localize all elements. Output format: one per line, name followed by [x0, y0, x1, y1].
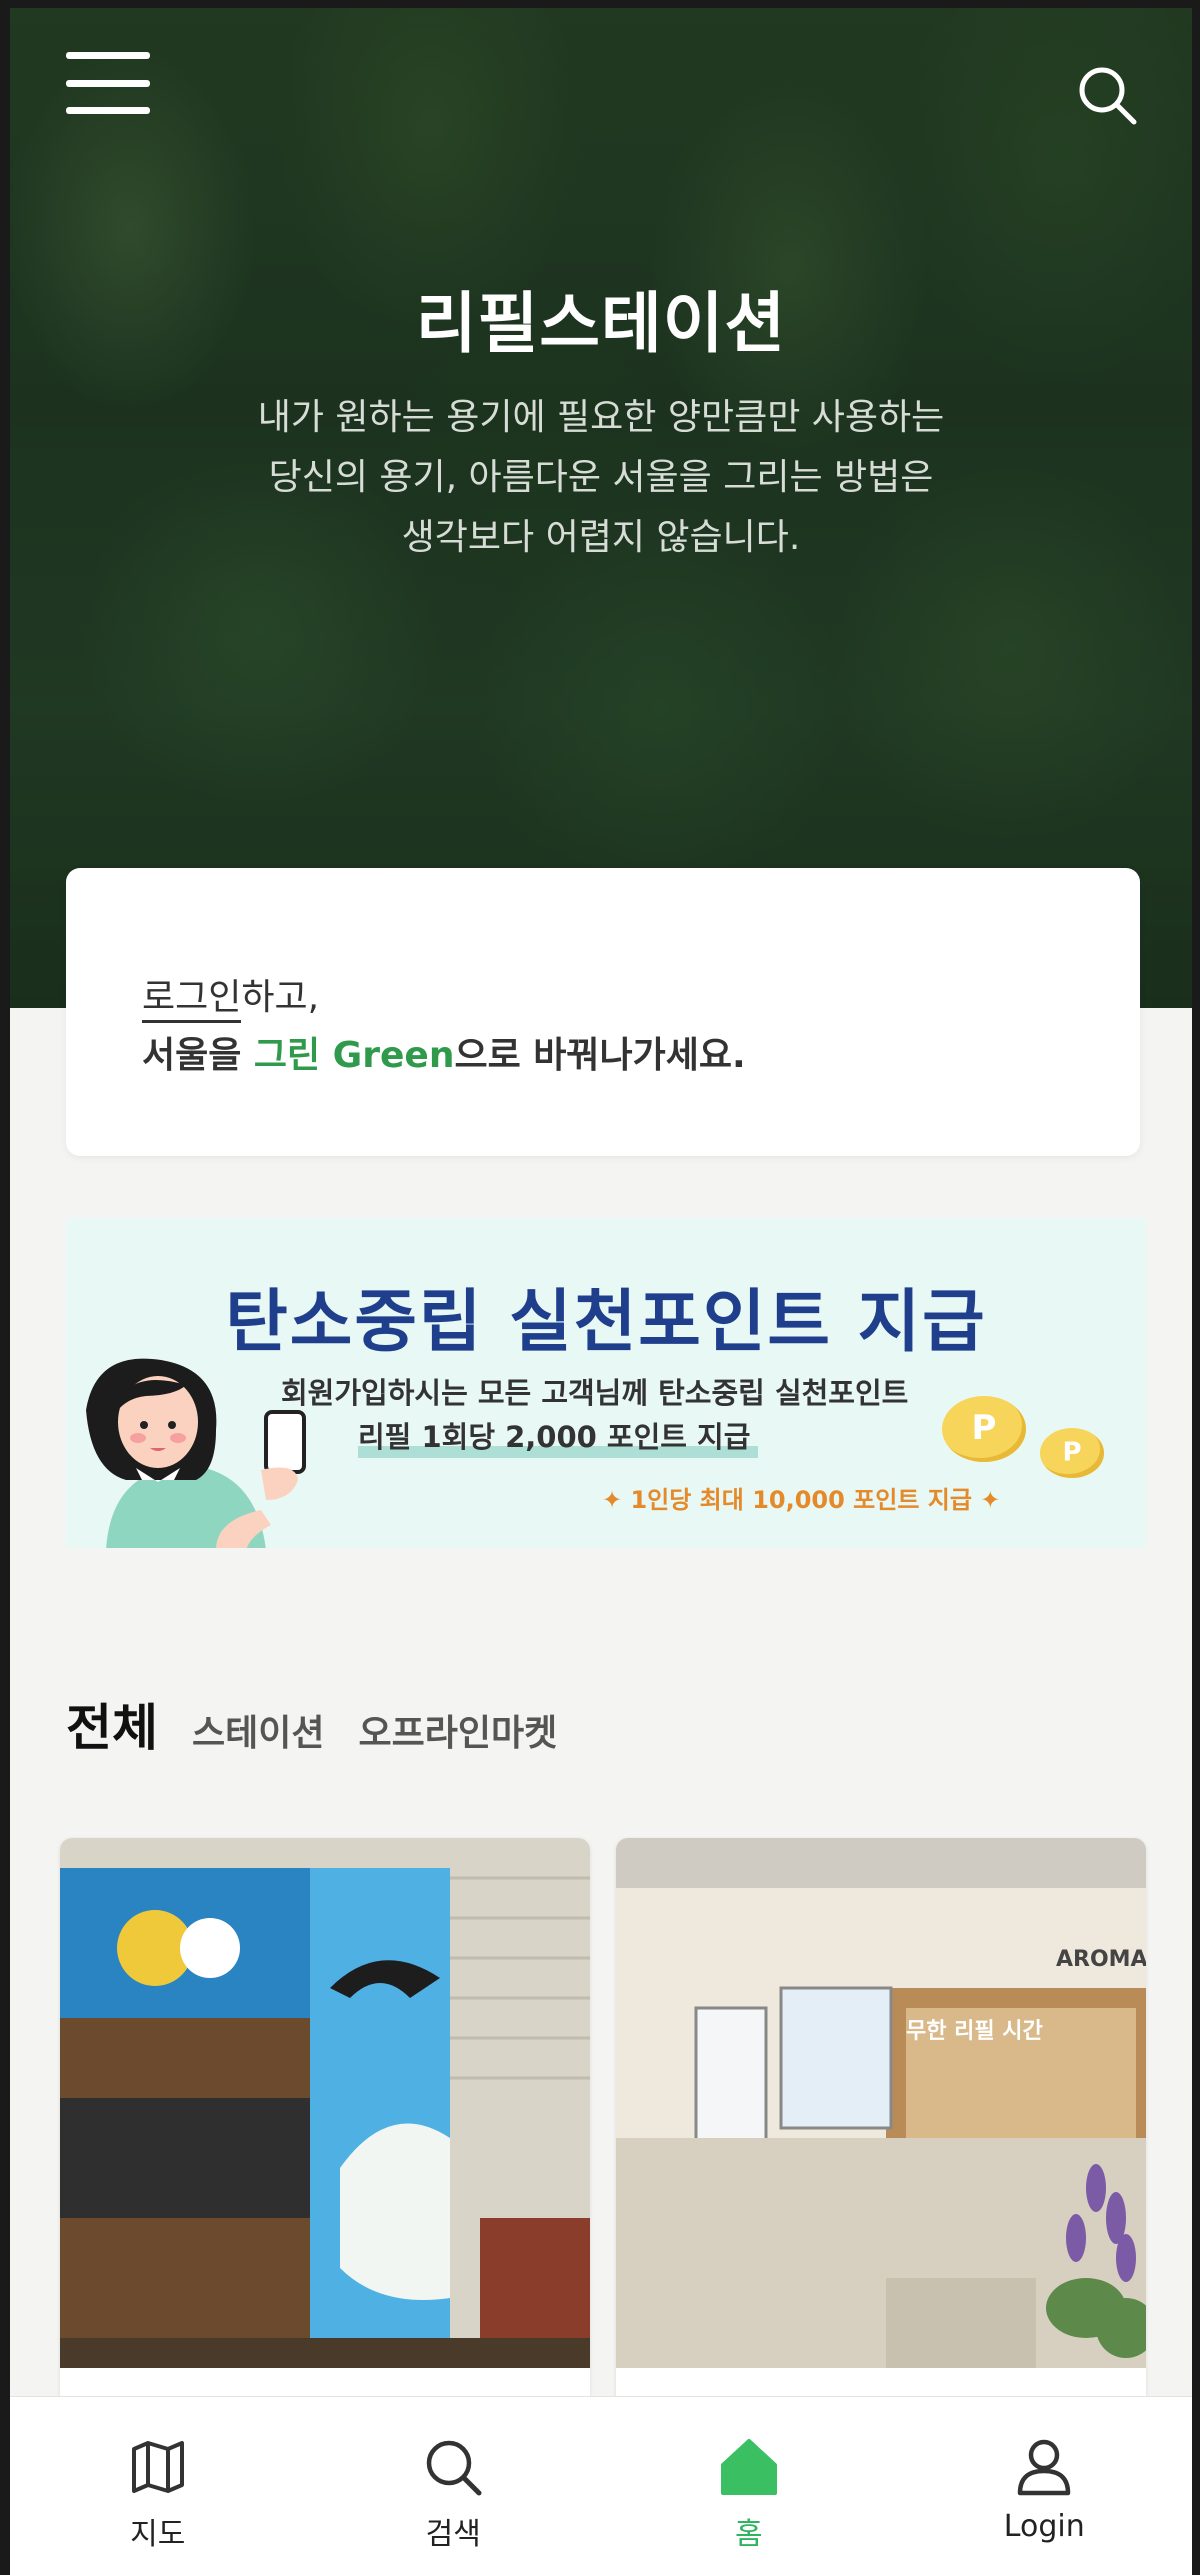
banner-text-line1: 회원가입하시는 모든 고객님께 탄소중립 실천포인트: [281, 1376, 909, 1410]
menu-bar: [66, 52, 150, 59]
home-icon: [720, 2439, 777, 2495]
hero-subtitle-line: 생각보다 어렵지 않습니다.: [401, 517, 801, 558]
nav-home[interactable]: 홈: [601, 2397, 897, 2575]
login-prompt-suffix: 으로 바꿔나가세요.: [454, 1035, 746, 1076]
hero-banner: 리필스테이션 내가 원하는 용기에 필요한 양만큼만 사용하는 당신의 용기, …: [10, 8, 1192, 1008]
login-prompt-line1: 로그인하고,: [142, 968, 320, 1023]
refill-machine-photo: [60, 1838, 590, 2368]
hero-subtitle-line: 내가 원하는 용기에 필요한 양만큼만 사용하는: [257, 397, 945, 438]
app-screen: 리필스테이션 내가 원하는 용기에 필요한 양만큼만 사용하는 당신의 용기, …: [10, 8, 1192, 2575]
tab-all[interactable]: 전체: [66, 1688, 158, 1760]
bottom-navigation: 지도 검색 홈 Login: [10, 2396, 1192, 2575]
login-prompt-line2: 서울을 그린 Green으로 바꿔나가세요.: [142, 1026, 746, 1078]
hamburger-menu-button[interactable]: [66, 52, 150, 114]
station-card[interactable]: [60, 1838, 590, 2438]
login-prompt-card: 로그인하고, 서울을 그린 Green으로 바꿔나가세요.: [66, 868, 1140, 1156]
banner-text-line3: ✦ 1인당 최대 10,000 포인트 지급 ✦: [602, 1486, 1001, 1514]
banner-text-line2: 리필 1회당 2,000 포인트 지급: [358, 1420, 751, 1454]
login-prompt-text: 하고,: [241, 977, 320, 1018]
point-coin-icon: P: [942, 1396, 1026, 1462]
nav-map[interactable]: 지도: [10, 2397, 306, 2575]
login-prompt-prefix: 서울을: [142, 1035, 254, 1076]
green-highlight-text: 그린 Green: [253, 1035, 455, 1076]
carbon-point-banner[interactable]: 탄소중립 실천포인트 지급 회원가입하시는 모든 고객님께 탄소중립 실천포인트…: [66, 1218, 1146, 1548]
menu-bar: [66, 107, 150, 114]
tab-offline-market[interactable]: 오프라인마켓: [358, 1704, 557, 1756]
tab-station[interactable]: 스테이션: [192, 1704, 324, 1756]
page-title: 리필스테이션: [415, 284, 787, 362]
storefront-window-text: 무한 리필 시간: [906, 2019, 1043, 2044]
nav-login-label: Login: [1003, 2509, 1085, 2544]
menu-bar: [66, 79, 150, 87]
category-tabs: 전체 스테이션 오프라인마켓: [66, 1688, 557, 1760]
map-icon: [131, 2441, 184, 2493]
nav-map-label: 지도: [130, 2517, 186, 2552]
station-card[interactable]: AROMA 무한 리필 시간: [616, 1838, 1146, 2438]
nav-search-label: 검색: [425, 2517, 481, 2552]
nav-login[interactable]: Login: [897, 2397, 1193, 2575]
nav-search[interactable]: 검색: [306, 2397, 602, 2575]
login-link[interactable]: 로그인: [142, 977, 242, 1023]
nav-home-label: 홈: [734, 2517, 763, 2552]
point-coin-icon: P: [1040, 1428, 1104, 1478]
storefront-photo: AROMA 무한 리필 시간: [616, 1838, 1146, 2368]
search-button[interactable]: [1072, 60, 1142, 130]
storefront-sign-text: AROMA: [1056, 1947, 1146, 1972]
hero-subtitle-line: 당신의 용기, 아름다운 서울을 그리는 방법은: [268, 457, 934, 498]
user-icon: [1018, 2439, 1071, 2496]
search-icon: [427, 2440, 482, 2496]
search-icon: [1079, 67, 1137, 125]
hero-subtitle: 내가 원하는 용기에 필요한 양만큼만 사용하는 당신의 용기, 아름다운 서울…: [10, 388, 1192, 568]
